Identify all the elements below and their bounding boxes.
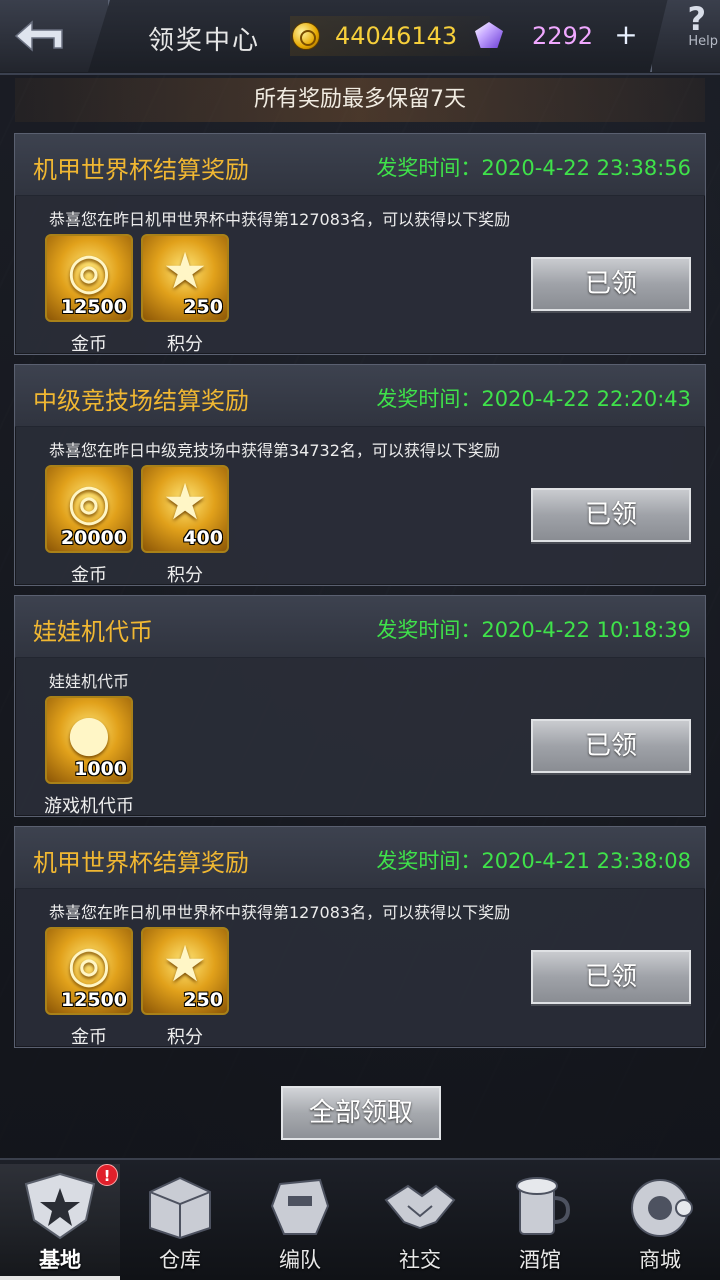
nav-item-shop[interactable]: 商城 — [600, 1164, 720, 1280]
card-title: 娃娃机代币 — [33, 618, 153, 646]
card-title: 机甲世界杯结算奖励 — [33, 156, 249, 184]
nav-label: 社交 — [399, 1248, 441, 1272]
tavern-icon — [516, 1177, 571, 1235]
nav-item-social[interactable]: 社交 — [360, 1164, 480, 1280]
item-name: 积分 — [167, 334, 203, 355]
nav-item-base[interactable]: 基地 ! — [0, 1164, 120, 1280]
reward-card: 娃娃机代币 发奖时间：2020-4-22 10:18:39 娃娃机代币 ● 10… — [14, 595, 706, 817]
reward-item[interactable]: ◎ 12500 金币 — [45, 927, 133, 1049]
reward-item[interactable]: ● 1000 游戏机代币 — [44, 696, 134, 818]
item-name: 金币 — [71, 334, 107, 355]
reward-card: 中级竞技场结算奖励 发奖时间：2020-4-22 22:20:43 恭喜您在昨日… — [14, 364, 706, 586]
reward-card: 机甲世界杯结算奖励 发奖时间：2020-4-22 23:38:56 恭喜您在昨日… — [14, 133, 706, 355]
nav-item-warehouse[interactable]: 仓库 — [120, 1164, 240, 1280]
nav-label: 仓库 — [159, 1248, 201, 1272]
nav-label: 基地 — [39, 1248, 81, 1272]
star-points-icon: ★ 400 — [141, 465, 229, 553]
card-description: 恭喜您在昨日机甲世界杯中获得第127083名，可以获得以下奖励 — [49, 903, 511, 922]
gold-coin-icon — [292, 22, 320, 50]
nav-label: 商城 — [639, 1248, 681, 1272]
gold-balance: 44046143 — [290, 16, 490, 56]
shop-icon — [631, 1179, 693, 1237]
item-name: 积分 — [167, 1027, 203, 1048]
card-title: 中级竞技场结算奖励 — [33, 387, 249, 415]
notification-badge: ! — [96, 1164, 118, 1186]
social-icon — [384, 1184, 456, 1230]
claimed-button[interactable]: 已领 — [531, 719, 691, 773]
star-points-icon: ★ 250 — [141, 234, 229, 322]
reward-item[interactable]: ★ 250 积分 — [141, 234, 229, 356]
item-quantity: 400 — [183, 527, 223, 549]
gold-coins-icon: ◎ 12500 — [45, 234, 133, 322]
bottom-nav: 基地 ! 仓库 编队 社交 酒馆 商城 — [0, 1158, 720, 1280]
claimed-button[interactable]: 已领 — [531, 257, 691, 311]
card-header: 机甲世界杯结算奖励 发奖时间：2020-4-22 23:38:56 — [15, 134, 705, 196]
item-quantity: 12500 — [60, 296, 127, 318]
claim-all-button[interactable]: 全部领取 — [281, 1086, 441, 1140]
top-bar: 领奖中心 44046143 2292 + ? Help — [0, 0, 720, 75]
base-icon — [24, 1172, 96, 1240]
claimed-button[interactable]: 已领 — [531, 950, 691, 1004]
card-header: 机甲世界杯结算奖励 发奖时间：2020-4-21 23:38:08 — [15, 827, 705, 889]
card-header: 娃娃机代币 发奖时间：2020-4-22 10:18:39 — [15, 596, 705, 658]
diamond-icon — [475, 22, 503, 48]
item-quantity: 250 — [183, 989, 223, 1011]
item-quantity: 250 — [183, 296, 223, 318]
nav-label: 酒馆 — [519, 1248, 561, 1272]
gem-amount: 2292 — [532, 22, 594, 50]
page-title: 领奖中心 — [148, 26, 261, 56]
gold-coins-icon: ◎ 12500 — [45, 927, 133, 1015]
reward-item[interactable]: ★ 400 积分 — [141, 465, 229, 587]
award-time: 发奖时间：2020-4-22 23:38:56 — [376, 156, 691, 180]
item-quantity: 1000 — [74, 758, 127, 780]
nav-item-formation[interactable]: 编队 — [240, 1164, 360, 1280]
gold-amount: 44046143 — [335, 22, 458, 50]
award-time: 发奖时间：2020-4-22 10:18:39 — [376, 618, 691, 642]
reward-item[interactable]: ★ 250 积分 — [141, 927, 229, 1049]
item-quantity: 20000 — [60, 527, 127, 549]
item-quantity: 12500 — [60, 989, 127, 1011]
gold-coins-icon: ◎ 20000 — [45, 465, 133, 553]
card-header: 中级竞技场结算奖励 发奖时间：2020-4-22 22:20:43 — [15, 365, 705, 427]
back-button[interactable] — [0, 0, 110, 72]
help-button[interactable]: ? Help — [650, 0, 720, 72]
warehouse-icon — [149, 1176, 211, 1240]
star-points-icon: ★ 250 — [141, 927, 229, 1015]
award-time: 发奖时间：2020-4-22 22:20:43 — [376, 387, 691, 411]
back-arrow-icon — [14, 20, 63, 52]
help-label: Help — [688, 34, 718, 49]
reward-card: 机甲世界杯结算奖励 发奖时间：2020-4-21 23:38:08 恭喜您在昨日… — [14, 826, 706, 1048]
retention-notice: 所有奖励最多保留7天 — [15, 78, 705, 122]
card-description: 娃娃机代币 — [49, 672, 130, 691]
formation-icon — [270, 1178, 330, 1235]
question-mark-icon: ? — [687, 0, 706, 38]
claimed-button[interactable]: 已领 — [531, 488, 691, 542]
reward-item[interactable]: ◎ 12500 金币 — [45, 234, 133, 356]
card-description: 恭喜您在昨日机甲世界杯中获得第127083名，可以获得以下奖励 — [49, 210, 511, 229]
add-gems-button[interactable]: + — [612, 21, 640, 50]
nav-label: 编队 — [279, 1248, 321, 1272]
item-name: 积分 — [167, 565, 203, 586]
active-indicator — [0, 1276, 120, 1280]
award-time: 发奖时间：2020-4-21 23:38:08 — [376, 849, 691, 873]
game-token-icon: ● 1000 — [45, 696, 133, 784]
card-title: 机甲世界杯结算奖励 — [33, 849, 249, 877]
nav-item-tavern[interactable]: 酒馆 — [480, 1164, 600, 1280]
item-name: 金币 — [71, 565, 107, 586]
card-description: 恭喜您在昨日中级竞技场中获得第34732名，可以获得以下奖励 — [49, 441, 500, 460]
reward-item[interactable]: ◎ 20000 金币 — [45, 465, 133, 587]
gem-balance: 2292 + — [470, 16, 660, 56]
item-name: 游戏机代币 — [44, 796, 134, 817]
item-name: 金币 — [71, 1027, 107, 1048]
